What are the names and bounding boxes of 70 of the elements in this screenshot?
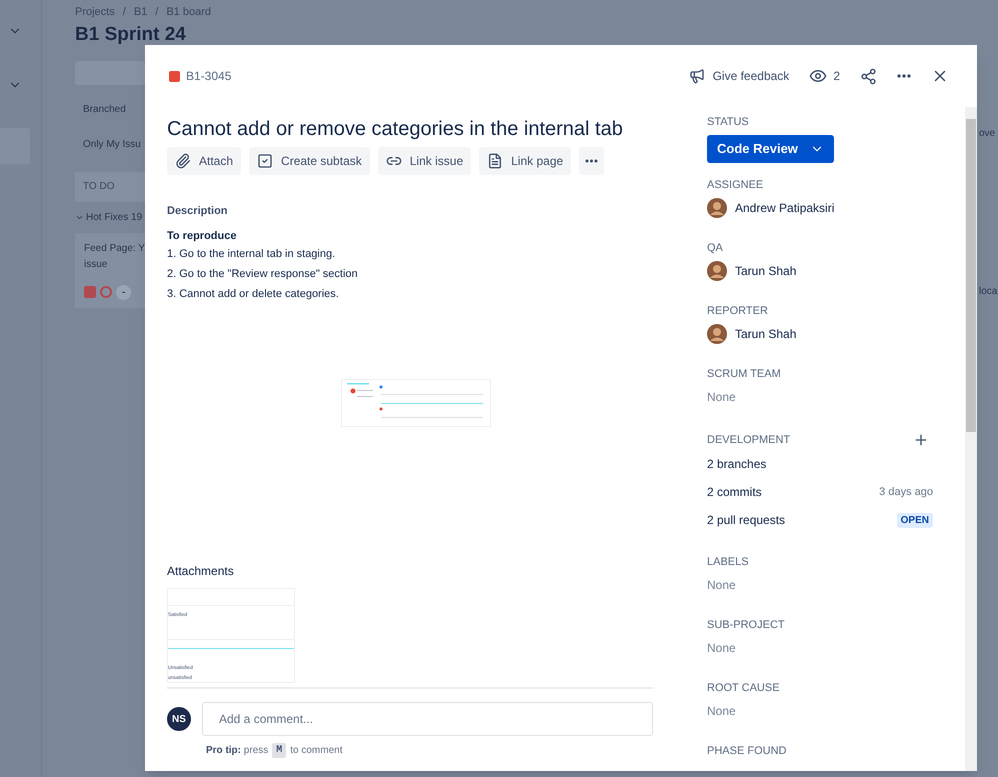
- eye-icon: [809, 67, 828, 85]
- development-link[interactable]: 2 branches: [707, 455, 766, 473]
- field-value[interactable]: None: [707, 575, 933, 595]
- description-line: 3. Cannot add or delete categories.: [167, 287, 340, 302]
- field-value[interactable]: None: [707, 387, 933, 407]
- bug-icon: [84, 286, 96, 298]
- status-dropdown[interactable]: Code Review: [707, 135, 834, 163]
- board-title: B1 Sprint 24: [75, 22, 187, 46]
- field-label: DEVELOPMENT: [707, 432, 790, 448]
- person-name[interactable]: Tarun Shah: [735, 261, 796, 281]
- toolbar-button[interactable]: Link page: [479, 147, 572, 175]
- issue-card[interactable]: Feed Page: Y issue -: [75, 232, 145, 308]
- share-icon[interactable]: [860, 68, 877, 84]
- comment-field[interactable]: Add a comment...: [202, 702, 653, 736]
- megaphone-icon: [688, 68, 705, 84]
- breadcrumb-separator: /: [155, 5, 158, 20]
- status-lozenge: OPEN: [896, 512, 933, 528]
- more-button[interactable]: [579, 147, 604, 175]
- field-label: LABELS: [707, 555, 750, 569]
- field-value[interactable]: None: [707, 638, 933, 658]
- field-value[interactable]: None: [707, 701, 933, 721]
- watch-button[interactable]: 2: [809, 67, 840, 85]
- page-icon: [487, 153, 504, 169]
- toolbar-button[interactable]: Attach: [167, 147, 242, 175]
- description-subheading: To reproduce: [167, 228, 238, 244]
- field-label: QA: [707, 241, 724, 255]
- timestamp: 3 days ago: [879, 484, 933, 500]
- field-label: SUB-PROJECT: [707, 618, 786, 632]
- more-icon[interactable]: [897, 74, 911, 78]
- column-header: TO DO: [83, 180, 114, 194]
- avatar-icon: [707, 324, 727, 344]
- section-heading: Description: [167, 204, 229, 219]
- more-icon: [585, 159, 598, 163]
- avatar-icon: [707, 198, 727, 218]
- field-label: SCRUM TEAM: [707, 367, 782, 381]
- avatar-icon: [707, 261, 727, 281]
- search-field[interactable]: [75, 60, 145, 84]
- card-title: ove: [979, 128, 996, 139]
- pro-tip-text: to comment: [290, 744, 342, 758]
- user-avatar: NS: [167, 707, 191, 731]
- pro-tip-text: Pro tip: press: [206, 744, 268, 758]
- scrollbar[interactable]: [965, 107, 977, 771]
- issue-key[interactable]: B1-3045: [186, 67, 232, 85]
- blocked-icon: [100, 286, 112, 298]
- description-line: 1. Go to the internal tab in staging.: [167, 247, 336, 262]
- issue-summary[interactable]: Cannot add or remove categories in the internal tab: [167, 115, 675, 143]
- checkbox-icon: [257, 153, 274, 169]
- development-link[interactable]: 2 commits: [707, 483, 762, 501]
- bug-icon: [169, 70, 180, 82]
- field-label: ROOT CAUSE: [707, 681, 781, 695]
- description-line: 2. Go to the "Review response" section: [167, 267, 359, 282]
- estimate-badge: -: [116, 284, 132, 300]
- toolbar-button[interactable]: Link issue: [378, 147, 472, 175]
- section-heading: Attachments: [167, 563, 235, 580]
- field-label: PHASE FOUND: [707, 744, 788, 758]
- card-title: Feed Page: Y: [84, 242, 145, 256]
- breadcrumb-separator: /: [122, 5, 126, 20]
- person-name[interactable]: Andrew Patipaksiri: [735, 198, 834, 218]
- development-link[interactable]: 2 pull requests: [707, 511, 786, 529]
- field-label: ASSIGNEE: [707, 178, 764, 192]
- field-label: STATUS: [707, 115, 750, 129]
- add-icon[interactable]: [913, 432, 929, 448]
- toolbar-button[interactable]: Create subtask: [249, 147, 370, 175]
- feedback-button[interactable]: Give feedback: [688, 67, 790, 85]
- shortcut-key: M: [272, 743, 286, 758]
- paperclip-icon: [175, 153, 191, 169]
- person-name[interactable]: Tarun Shah: [735, 324, 796, 344]
- card-title: loca: [979, 286, 998, 297]
- field-label: REPORTER: [707, 304, 769, 318]
- card-title: issue: [84, 258, 108, 272]
